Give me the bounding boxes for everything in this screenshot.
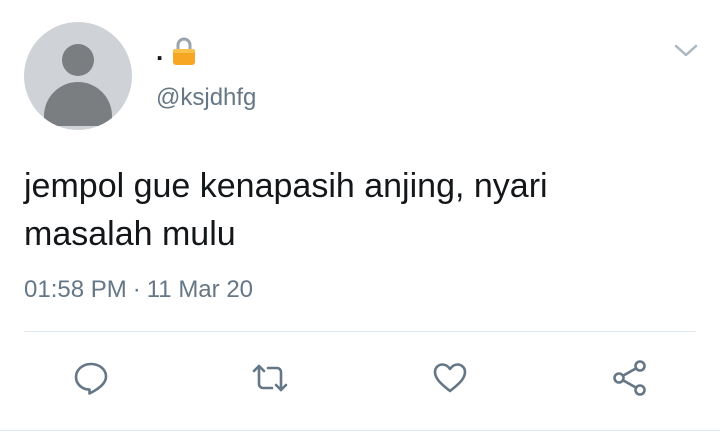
- divider: [24, 331, 696, 332]
- retweet-button[interactable]: [248, 356, 292, 400]
- avatar[interactable]: [24, 22, 132, 130]
- timestamp-separator: ·: [132, 276, 141, 303]
- reply-button[interactable]: [69, 356, 113, 400]
- tweet-time: 01:58 PM: [24, 276, 127, 303]
- tweet-date: 11 Mar 20: [146, 276, 254, 303]
- display-name[interactable]: .: [156, 38, 163, 64]
- tweet-text: jempol gue kenapasih anjing, nyari masal…: [24, 167, 548, 253]
- bottom-divider: [0, 430, 720, 431]
- tweet-timestamp: 01:58 PM · 11 Mar 20: [24, 276, 253, 304]
- user-handle[interactable]: @ksjdhfg: [156, 84, 256, 112]
- share-icon: [613, 360, 646, 396]
- share-button[interactable]: [608, 356, 652, 400]
- chevron-down-icon[interactable]: [672, 40, 700, 60]
- lock-icon: [173, 37, 196, 65]
- name-row: .: [156, 34, 197, 68]
- like-button[interactable]: [428, 356, 472, 400]
- heart-icon: [433, 363, 467, 393]
- retweet-icon: [252, 364, 288, 392]
- reply-icon: [74, 362, 108, 395]
- avatar-head: [62, 44, 94, 76]
- avatar-shoulders: [44, 82, 112, 126]
